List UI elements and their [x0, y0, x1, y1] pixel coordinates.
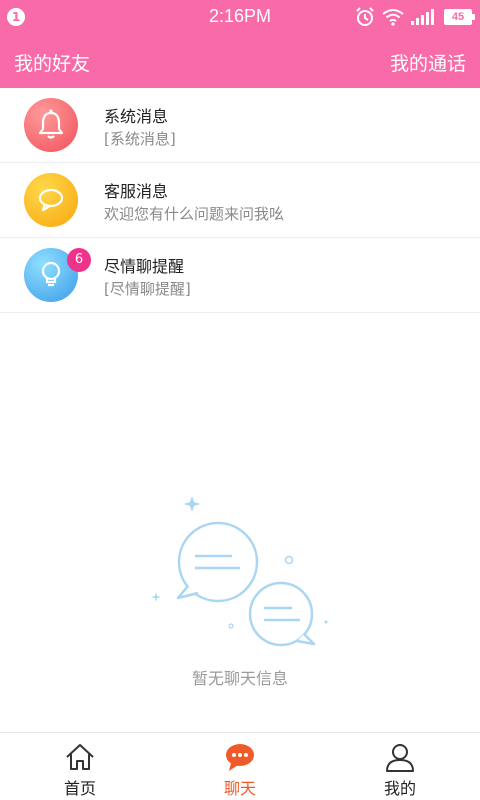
chat-icon [226, 744, 254, 771]
bottom-tab-bar: 首页 聊天 我的 [0, 732, 480, 800]
status-icons: 45 [355, 6, 475, 28]
status-bar: 1 2:16PM 45 [0, 0, 480, 34]
user-icon [386, 744, 414, 772]
chat-bubble-icon [38, 188, 64, 212]
message-item-customer-service[interactable]: 客服消息 欢迎您有什么问题来问我吆 [0, 163, 480, 238]
tab-label: 首页 [63, 779, 96, 798]
message-item-reminder[interactable]: 6 尽情聊提醒 [尽情聊提醒] [0, 238, 480, 313]
title-bar: 我的好友 我的通话 [0, 34, 480, 88]
message-item-system[interactable]: 系统消息 [系统消息] [0, 88, 480, 163]
tab-me[interactable]: 我的 [320, 733, 480, 800]
unread-badge: 6 [67, 248, 91, 272]
bell-icon [38, 109, 64, 139]
tab-label: 聊天 [223, 779, 256, 798]
system-message-avatar [24, 98, 78, 152]
empty-state-text: 暂无聊天信息 [191, 669, 288, 688]
message-title: 系统消息 [104, 107, 169, 126]
my-calls-tab[interactable]: 我的通话 [390, 49, 466, 76]
tab-label: 我的 [383, 779, 416, 798]
message-title: 尽情聊提醒 [104, 257, 185, 276]
my-friends-tab[interactable]: 我的好友 [14, 49, 90, 76]
tab-home[interactable]: 首页 [0, 733, 160, 800]
empty-chat-icon [151, 496, 328, 647]
message-list: 系统消息 [系统消息] 客服消息 欢迎您有什么问题来问我吆 6 尽情聊提醒 [尽… [0, 88, 480, 313]
alarm-icon [356, 7, 374, 26]
customer-service-avatar [24, 173, 78, 227]
battery-indicator: 45 [444, 9, 475, 25]
message-title: 客服消息 [104, 182, 169, 201]
wifi-icon [382, 9, 404, 26]
signal-icon [411, 9, 434, 25]
message-preview: 欢迎您有什么问题来问我吆 [104, 205, 285, 223]
home-icon [66, 744, 94, 770]
message-preview: [系统消息] [104, 130, 176, 148]
tab-chat[interactable]: 聊天 [160, 733, 320, 800]
message-preview: [尽情聊提醒] [104, 280, 191, 298]
